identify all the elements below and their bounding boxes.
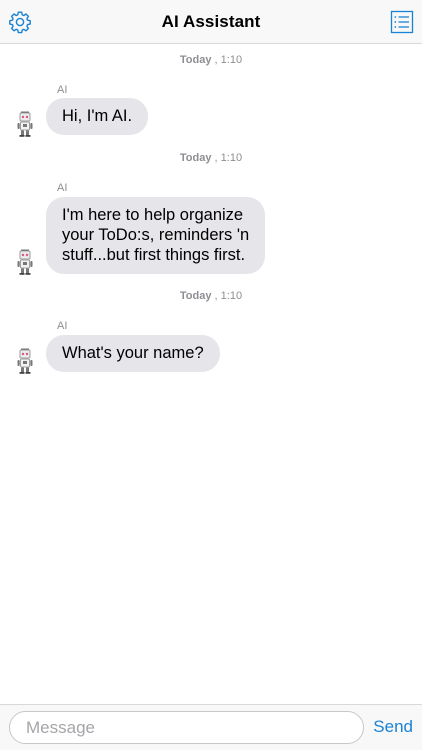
message-timestamp: Today , 1:10 — [0, 54, 422, 66]
message-bubble: I'm here to help organize your ToDo:s, r… — [46, 197, 266, 274]
message-bubble: What's your name? — [46, 335, 220, 372]
nav-bar: AI Assistant — [0, 0, 422, 44]
timestamp-separator: , — [214, 290, 218, 302]
sender-name: AI — [57, 182, 68, 194]
timestamp-time: 1:10 — [220, 290, 243, 302]
timestamp-day: Today — [179, 54, 212, 66]
sender-name: AI — [57, 84, 68, 96]
page-title: AI Assistant — [161, 12, 261, 31]
ai-avatar — [15, 249, 35, 275]
message-timestamp: Today , 1:10 — [0, 290, 422, 302]
message-timestamp: Today , 1:10 — [0, 152, 422, 164]
message-line: I'm here to help organize — [62, 206, 244, 224]
message-line: stuff...but first things first. — [62, 246, 246, 264]
send-button[interactable]: Send — [373, 717, 413, 737]
timestamp-day: Today — [179, 290, 212, 302]
message-list[interactable]: Today , 1:10 AI Hi, I'm AI. Today , 1:10… — [0, 44, 422, 704]
message-line: your ToDo:s, reminders 'n — [62, 226, 250, 244]
timestamp-day: Today — [179, 152, 212, 164]
timestamp-separator: , — [214, 152, 218, 164]
message-bubble: Hi, I'm AI. — [46, 98, 149, 135]
message-input[interactable] — [9, 711, 364, 744]
list-icon[interactable] — [390, 10, 414, 34]
message-line: Hi, I'm AI. — [62, 107, 133, 125]
sender-name: AI — [57, 320, 68, 332]
timestamp-separator: , — [214, 54, 218, 66]
timestamp-time: 1:10 — [220, 152, 243, 164]
composer-bar: Send — [0, 704, 422, 750]
timestamp-time: 1:10 — [220, 54, 243, 66]
ai-avatar — [15, 348, 35, 374]
message-line: What's your name? — [62, 344, 204, 362]
ai-avatar — [15, 111, 35, 137]
